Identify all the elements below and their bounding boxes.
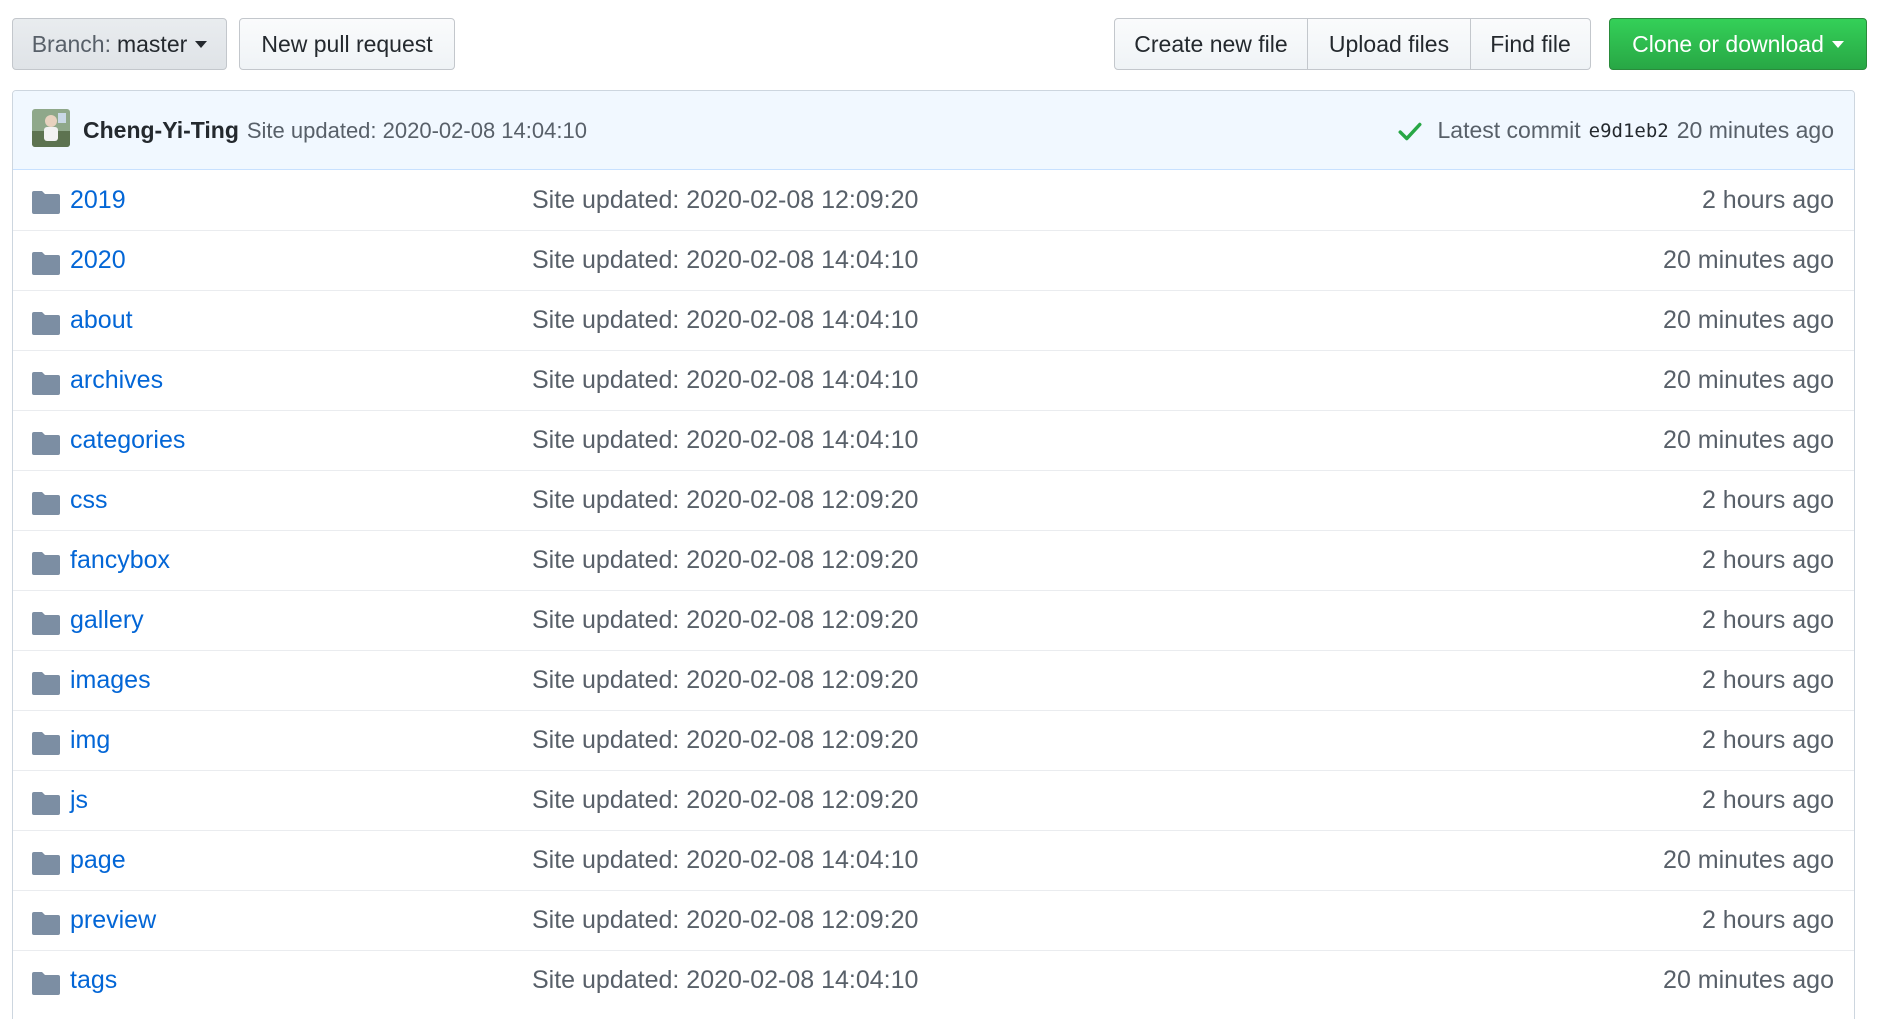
find-file-button[interactable]: Find file [1470, 18, 1591, 70]
branch-prefix: Branch: [31, 30, 111, 57]
commit-age: 2 hours ago [1701, 726, 1834, 754]
commit-age: 20 minutes ago [1663, 366, 1834, 394]
commit-message-link[interactable]: Site updated: 2020-02-08 14:04:10 [532, 366, 918, 395]
file-name-link[interactable]: js [70, 786, 88, 815]
caret-down-icon [195, 40, 208, 48]
folder-icon [32, 252, 60, 275]
repo-file-browser: Branch: master New pull request Create n… [0, 0, 1884, 1019]
file-name-link[interactable]: archives [70, 366, 163, 395]
commit-age: 20 minutes ago [1663, 966, 1834, 994]
commit-message-link[interactable]: Site updated: 2020-02-08 12:09:20 [532, 186, 918, 215]
commit-age: 20 minutes ago [1663, 846, 1834, 874]
table-row: js Site updated: 2020-02-08 12:09:20 2 hou… [13, 770, 1854, 830]
file-name-link[interactable]: preview [70, 906, 156, 935]
latest-commit-label: Latest commit [1437, 117, 1581, 143]
commit-message[interactable]: Site updated: 2020-02-08 14:04:10 [247, 118, 587, 144]
commit-age: 2 hours ago [1701, 666, 1834, 694]
clone-label: Clone or download [1632, 30, 1824, 57]
commit-message-link[interactable]: Site updated: 2020-02-08 12:09:20 [532, 486, 918, 515]
table-row: images Site updated: 2020-02-08 12:09:20 2… [13, 650, 1854, 710]
commit-age: 2 hours ago [1701, 546, 1834, 574]
commit-message-link[interactable]: Site updated: 2020-02-08 14:04:10 [532, 426, 918, 455]
folder-icon [32, 612, 60, 635]
file-name-link[interactable]: 2019 [70, 186, 126, 215]
new-pull-request-button[interactable]: New pull request [239, 18, 455, 70]
table-row: page Site updated: 2020-02-08 14:04:10 20 … [13, 830, 1854, 890]
folder-icon [32, 191, 60, 214]
commit-message-link[interactable]: Site updated: 2020-02-08 12:09:20 [532, 546, 918, 575]
file-name-link[interactable]: img [70, 726, 110, 755]
commit-age: 2 hours ago [1701, 906, 1834, 934]
file-name-link[interactable]: fancybox [70, 546, 170, 575]
folder-icon [32, 852, 60, 875]
avatar[interactable] [32, 109, 70, 147]
table-row: categories Site updated: 2020-02-08 14:04… [13, 410, 1854, 470]
commit-message-link[interactable]: Site updated: 2020-02-08 12:09:20 [532, 606, 918, 635]
file-name-link[interactable]: tags [70, 966, 117, 995]
file-table: Cheng-Yi-Ting Site updated: 2020-02-08 1… [12, 90, 1855, 1019]
folder-icon [32, 372, 60, 395]
folder-icon [32, 732, 60, 755]
file-name-link[interactable]: 2020 [70, 246, 126, 275]
folder-icon [32, 492, 60, 515]
commit-summary: Cheng-Yi-Ting Site updated: 2020-02-08 1… [83, 91, 587, 170]
commit-age: 20 minutes ago [1663, 306, 1834, 334]
commit-message-link[interactable]: Site updated: 2020-02-08 14:04:10 [532, 846, 918, 875]
commit-message-link[interactable]: Site updated: 2020-02-08 12:09:20 [532, 666, 918, 695]
branch-select-button[interactable]: Branch: master [12, 18, 227, 70]
commit-message-link[interactable]: Site updated: 2020-02-08 12:09:20 [532, 786, 918, 815]
folder-icon [32, 312, 60, 335]
table-row: preview Site updated: 2020-02-08 12:09:20… [13, 890, 1854, 950]
table-row: archives Site updated: 2020-02-08 14:04:1… [13, 350, 1854, 410]
file-list: 2019 Site updated: 2020-02-08 12:09:20 2 h… [13, 170, 1854, 1010]
table-row: about Site updated: 2020-02-08 14:04:10 20… [13, 290, 1854, 350]
create-new-file-button[interactable]: Create new file [1114, 18, 1308, 70]
commit-message-link[interactable]: Site updated: 2020-02-08 12:09:20 [532, 906, 918, 935]
commit-age: 2 hours ago [1701, 486, 1834, 514]
file-name-link[interactable]: images [70, 666, 151, 695]
file-name-link[interactable]: gallery [70, 606, 144, 635]
file-actions-group: Create new file Upload files Find file [1114, 18, 1591, 70]
check-icon [1399, 122, 1422, 140]
commit-message-link[interactable]: Site updated: 2020-02-08 14:04:10 [532, 966, 918, 995]
commit-age: 20 minutes ago [1663, 246, 1834, 274]
table-row: 2019 Site updated: 2020-02-08 12:09:20 2 h… [13, 170, 1854, 230]
commit-meta: Latest commit e9d1eb2 20 minutes ago [1397, 91, 1834, 170]
branch-name: master [116, 30, 188, 57]
commit-message-link[interactable]: Site updated: 2020-02-08 12:09:20 [532, 726, 918, 755]
clone-or-download-button[interactable]: Clone or download [1609, 18, 1867, 70]
table-row: tags Site updated: 2020-02-08 14:04:10 20 … [13, 950, 1854, 1010]
caret-down-icon [1831, 40, 1844, 48]
latest-commit-bar: Cheng-Yi-Ting Site updated: 2020-02-08 1… [13, 91, 1854, 170]
file-name-link[interactable]: about [70, 306, 133, 335]
table-row: fancybox Site updated: 2020-02-08 12:09:2… [13, 530, 1854, 590]
folder-icon [32, 972, 60, 995]
commit-age: 2 hours ago [1701, 786, 1834, 814]
folder-icon [32, 672, 60, 695]
repo-toolbar: Branch: master New pull request Create n… [12, 18, 1884, 70]
commit-age: 2 hours ago [1701, 185, 1834, 214]
commit-age: 20 minutes ago [1676, 117, 1834, 143]
table-row: gallery Site updated: 2020-02-08 12:09:20… [13, 590, 1854, 650]
table-row: 2020 Site updated: 2020-02-08 14:04:10 20 … [13, 230, 1854, 290]
upload-files-button[interactable]: Upload files [1307, 18, 1471, 70]
commit-message-link[interactable]: Site updated: 2020-02-08 14:04:10 [532, 306, 918, 335]
table-row: css Site updated: 2020-02-08 12:09:20 2 ho… [13, 470, 1854, 530]
folder-icon [32, 792, 60, 815]
file-name-link[interactable]: page [70, 846, 126, 875]
table-row: img Site updated: 2020-02-08 12:09:20 2 ho… [13, 710, 1854, 770]
commit-age: 20 minutes ago [1663, 426, 1834, 454]
commit-age: 2 hours ago [1701, 606, 1834, 634]
file-name-link[interactable]: categories [70, 426, 185, 455]
file-name-link[interactable]: css [70, 486, 108, 515]
commit-author[interactable]: Cheng-Yi-Ting [83, 117, 239, 144]
commit-message-link[interactable]: Site updated: 2020-02-08 14:04:10 [532, 246, 918, 275]
folder-icon [32, 552, 60, 575]
folder-icon [32, 912, 60, 935]
folder-icon [32, 432, 60, 455]
commit-sha[interactable]: e9d1eb2 [1589, 120, 1669, 142]
